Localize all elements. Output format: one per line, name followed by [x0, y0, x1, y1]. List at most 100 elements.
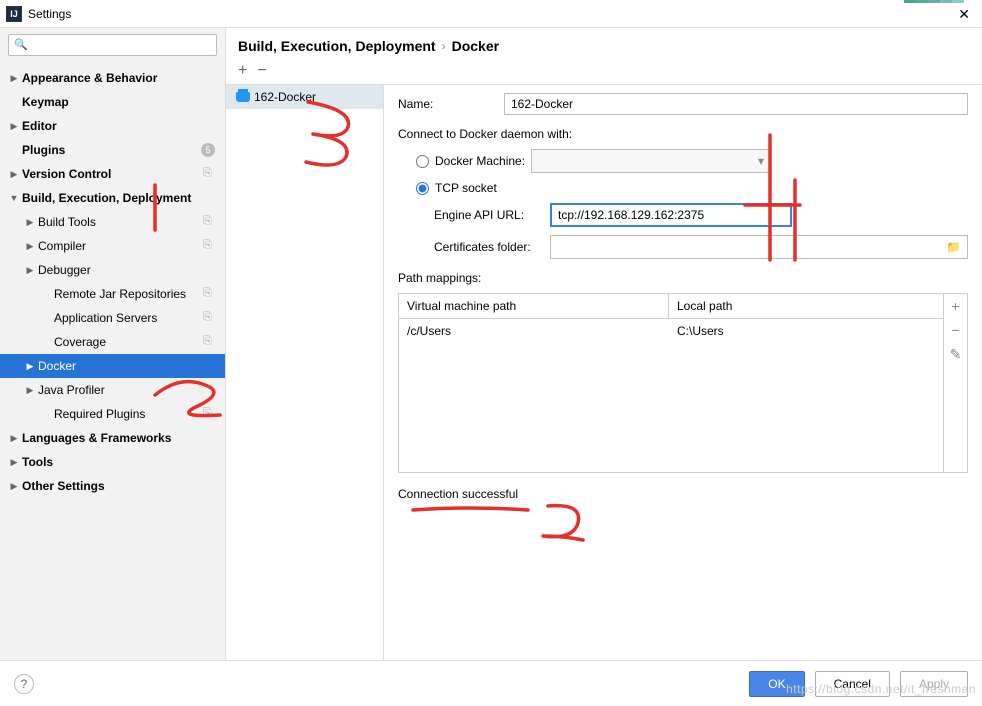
sidebar-item-label: Other Settings — [20, 479, 105, 493]
cert-folder-label: Certificates folder: — [434, 240, 542, 254]
connect-label: Connect to Docker daemon with: — [398, 123, 968, 141]
sidebar-item-label: Editor — [20, 119, 57, 133]
chevron-icon: ▶ — [8, 121, 20, 132]
window-title: Settings — [28, 7, 71, 21]
sidebar-item-label: Debugger — [36, 263, 91, 277]
sidebar-item-application-servers[interactable]: Application Servers ⎘ — [0, 306, 225, 330]
help-button[interactable]: ? — [14, 674, 34, 694]
sidebar-item-build-execution-deployment[interactable]: ▼Build, Execution, Deployment — [0, 186, 225, 210]
watermark: https://blog.csdn.net/it_freshman — [786, 682, 976, 696]
sidebar-item-debugger[interactable]: ▶Debugger — [0, 258, 225, 282]
chevron-icon: ▶ — [8, 433, 20, 444]
project-scope-icon: ⎘ — [203, 335, 215, 347]
list-toolbar: + − — [226, 62, 982, 84]
docker-icon — [236, 92, 250, 102]
sidebar-item-build-tools[interactable]: ▶Build Tools ⎘ — [0, 210, 225, 234]
sidebar-item-label: Version Control — [20, 167, 111, 181]
sidebar-item-label: Tools — [20, 455, 53, 469]
remove-mapping-button[interactable]: − — [951, 322, 959, 338]
cell-vm: /c/Users — [399, 319, 669, 343]
sidebar-item-remote-jar-repositories[interactable]: Remote Jar Repositories ⎘ — [0, 282, 225, 306]
add-button[interactable]: + — [238, 62, 247, 80]
path-mappings-label: Path mappings: — [398, 267, 968, 285]
col-vm-path: Virtual machine path — [399, 294, 669, 318]
project-scope-icon: ⎘ — [203, 287, 215, 299]
sidebar-item-label: Coverage — [52, 335, 106, 349]
chevron-icon: ▶ — [8, 457, 20, 468]
chevron-icon: ▶ — [24, 217, 36, 228]
project-scope-icon: ⎘ — [203, 215, 215, 227]
sidebar-item-keymap[interactable]: Keymap — [0, 90, 225, 114]
config-list-item[interactable]: 162-Docker — [226, 85, 383, 109]
project-scope-icon: ⎘ — [203, 407, 215, 419]
connection-status: Connection successful — [398, 481, 968, 507]
breadcrumb-sep: › — [442, 39, 446, 53]
config-name: 162-Docker — [254, 90, 316, 104]
close-icon[interactable]: ✕ — [958, 6, 970, 23]
sidebar-item-label: Java Profiler — [36, 383, 105, 397]
sidebar-item-compiler[interactable]: ▶Compiler ⎘ — [0, 234, 225, 258]
sidebar-item-required-plugins[interactable]: Required Plugins ⎘ — [0, 402, 225, 426]
sidebar-item-label: Application Servers — [52, 311, 157, 325]
sidebar-item-tools[interactable]: ▶Tools — [0, 450, 225, 474]
chevron-icon: ▶ — [24, 385, 36, 396]
sidebar-item-coverage[interactable]: Coverage ⎘ — [0, 330, 225, 354]
settings-sidebar: 🔍 ▶Appearance & BehaviorKeymap▶EditorPlu… — [0, 28, 226, 660]
chevron-icon: ▶ — [24, 265, 36, 276]
add-mapping-button[interactable]: + — [951, 298, 959, 314]
breadcrumb-leaf: Docker — [452, 38, 499, 54]
radio-docker-machine[interactable] — [416, 155, 429, 168]
config-list: 162-Docker — [226, 84, 384, 660]
sidebar-item-label: Compiler — [36, 239, 86, 253]
table-row[interactable]: /c/Users C:\Users — [399, 319, 943, 343]
remove-button[interactable]: − — [257, 62, 266, 80]
project-scope-icon: ⎘ — [203, 239, 215, 251]
sidebar-item-label: Build, Execution, Deployment — [20, 191, 191, 205]
edit-mapping-button[interactable]: ✎ — [950, 346, 962, 363]
chevron-icon: ▶ — [8, 481, 20, 492]
breadcrumb-root: Build, Execution, Deployment — [238, 38, 436, 54]
sidebar-item-label: Docker — [36, 359, 76, 373]
search-icon: 🔍 — [14, 38, 28, 51]
sidebar-item-version-control[interactable]: ▶Version Control⎘ — [0, 162, 225, 186]
name-label: Name: — [398, 97, 494, 111]
col-local-path: Local path — [669, 294, 740, 318]
docker-machine-combo[interactable]: ▾ — [531, 149, 771, 173]
settings-tree: ▶Appearance & BehaviorKeymap▶EditorPlugi… — [0, 62, 225, 660]
sidebar-item-editor[interactable]: ▶Editor — [0, 114, 225, 138]
docker-form: Name: Connect to Docker daemon with: Doc… — [384, 84, 982, 660]
sidebar-item-java-profiler[interactable]: ▶Java Profiler — [0, 378, 225, 402]
chevron-icon: ▶ — [24, 361, 36, 372]
radio-tcp-socket[interactable] — [416, 182, 429, 195]
chevron-icon: ▶ — [8, 73, 20, 84]
path-mappings-table: Virtual machine path Local path /c/Users… — [398, 293, 968, 473]
engine-url-label: Engine API URL: — [434, 208, 542, 222]
project-scope-icon: ⎘ — [203, 311, 215, 323]
sidebar-item-label: Languages & Frameworks — [20, 431, 171, 445]
sidebar-item-label: Appearance & Behavior — [20, 71, 157, 85]
sidebar-item-label: Plugins — [20, 143, 65, 157]
sidebar-item-languages-frameworks[interactable]: ▶Languages & Frameworks — [0, 426, 225, 450]
sidebar-item-label: Required Plugins — [52, 407, 145, 421]
sidebar-item-other-settings[interactable]: ▶Other Settings — [0, 474, 225, 498]
cert-folder-input[interactable]: 📁 — [550, 235, 968, 259]
titlebar: IJ Settings ✕ — [0, 0, 982, 28]
cell-local: C:\Users — [669, 319, 732, 343]
sidebar-item-label: Remote Jar Repositories — [52, 287, 186, 301]
engine-url-input[interactable] — [550, 203, 792, 227]
count-badge: 5 — [201, 143, 215, 157]
chevron-icon: ▶ — [24, 241, 36, 252]
sidebar-item-appearance-behavior[interactable]: ▶Appearance & Behavior — [0, 66, 225, 90]
app-icon: IJ — [6, 6, 22, 22]
sidebar-item-label: Keymap — [20, 95, 69, 109]
breadcrumb: Build, Execution, Deployment › Docker — [226, 28, 982, 62]
radio-docker-machine-label: Docker Machine: — [435, 154, 525, 168]
search-input[interactable] — [8, 34, 217, 56]
chevron-icon: ▼ — [8, 193, 20, 203]
name-input[interactable] — [504, 93, 968, 115]
radio-tcp-socket-label: TCP socket — [435, 181, 497, 195]
folder-icon: 📁 — [946, 240, 961, 254]
sidebar-item-plugins[interactable]: Plugins 5 — [0, 138, 225, 162]
sidebar-item-label: Build Tools — [36, 215, 96, 229]
sidebar-item-docker[interactable]: ▶Docker — [0, 354, 225, 378]
